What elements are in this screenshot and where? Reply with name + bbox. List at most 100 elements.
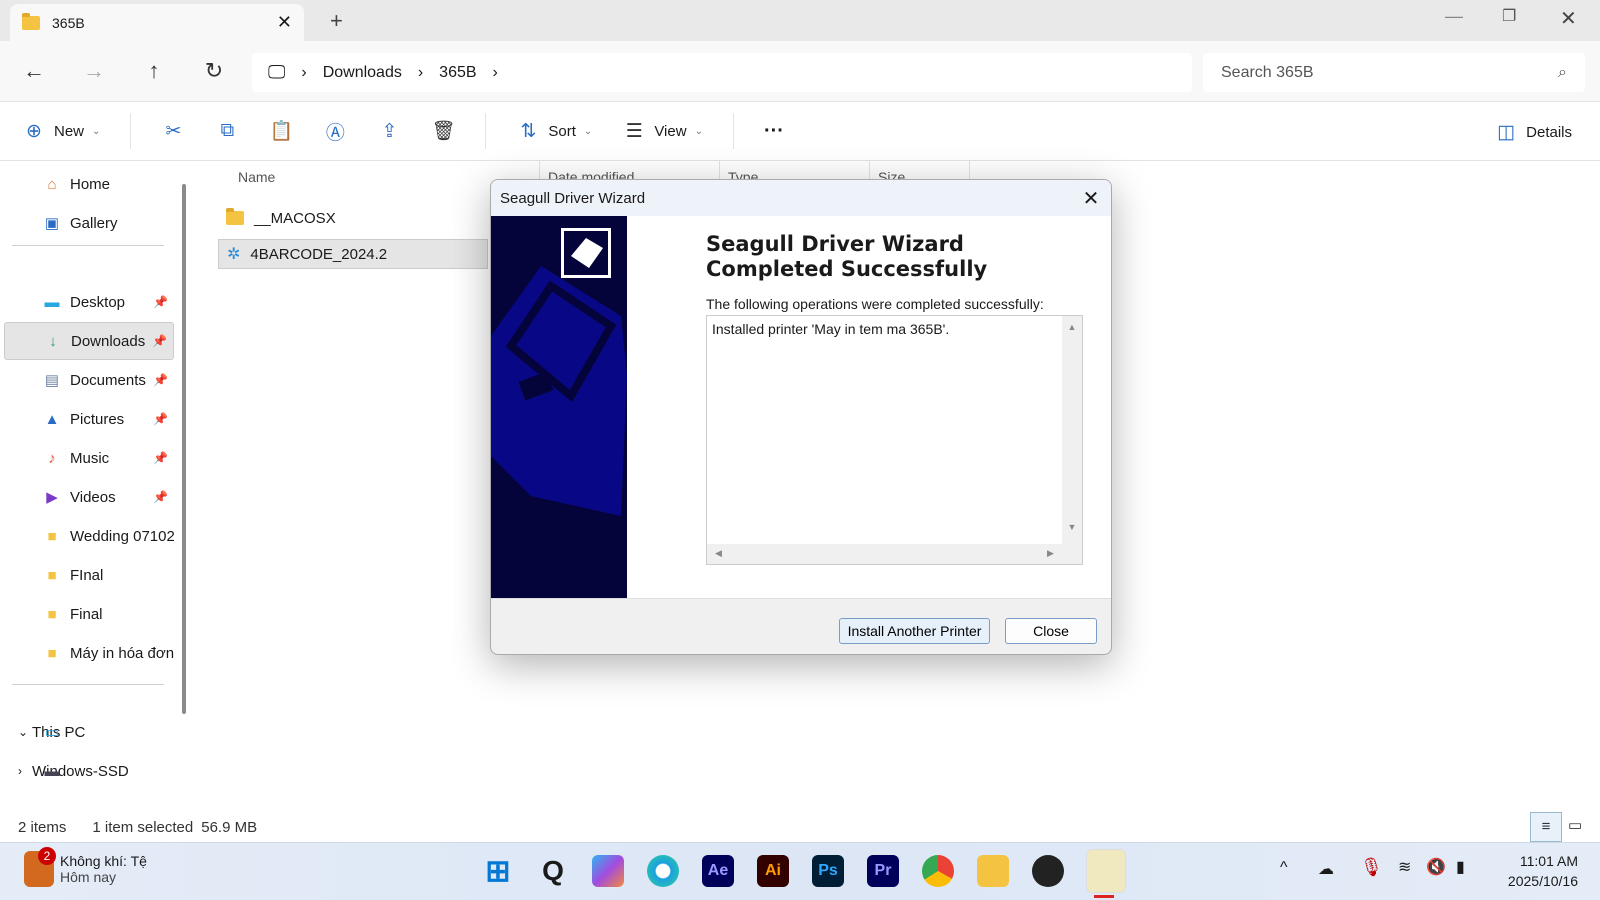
sidebar-item-wedding-07102[interactable]: ■ Wedding 07102 [4, 517, 174, 555]
refresh-icon[interactable]: ↻ [199, 59, 229, 83]
crumb-365b[interactable]: 365B [439, 64, 476, 82]
plus-circle-icon: ⊕ [26, 120, 42, 142]
view-button[interactable]: ☰ View ⌄ [622, 111, 703, 151]
operations-list[interactable]: Installed printer 'May in tem ma 365B'. … [706, 315, 1083, 565]
pin-icon: 📌 [153, 490, 168, 504]
microphone-icon[interactable]: 🎙 [1360, 857, 1383, 878]
copy-button[interactable]: ⧉ [215, 111, 239, 151]
start-button[interactable]: ⊞ [482, 855, 514, 888]
sidebar-item-home[interactable]: ⌂ Home [4, 165, 174, 203]
details-view-toggle[interactable]: ≡ [1530, 812, 1562, 842]
paste-button[interactable]: 📋 [269, 111, 294, 151]
edge-icon[interactable] [647, 855, 679, 887]
close-window-button[interactable]: ✕ [1560, 6, 1577, 31]
chrome-icon[interactable] [922, 855, 954, 887]
search-input[interactable]: Search 365B ⌕ [1203, 53, 1585, 92]
sidebar-item-windows-ssd[interactable]: › ▬ Windows-SSD [4, 752, 174, 790]
navigation-pane: ⌂ Home ▣ Gallery ▬ Desktop 📌 ↓ Downloads 📌 ▤ Docume… [0, 161, 194, 809]
pr-app-icon[interactable]: Pr [867, 855, 899, 887]
this-pc-icon[interactable]: 🖵 [268, 62, 285, 83]
crumb-downloads[interactable]: Downloads [323, 64, 402, 82]
sidebar-item-music[interactable]: ♪ Music 📌 [4, 439, 174, 477]
air-quality-icon: 2 [24, 847, 56, 887]
sidebar-item-final[interactable]: ■ Final [4, 595, 174, 633]
pin-icon: 📌 [152, 334, 167, 348]
rename-button[interactable]: Ⓐ [323, 111, 347, 151]
music-icon: ♪ [48, 449, 56, 467]
speaker-muted-icon[interactable]: 🔇 [1426, 857, 1446, 877]
sidebar-scrollbar[interactable] [182, 184, 186, 714]
folder-icon: ■ [47, 566, 57, 584]
copilot-icon[interactable] [592, 855, 624, 887]
close-button[interactable]: Close [1005, 618, 1097, 644]
paste-icon: 📋 [269, 121, 294, 142]
sidebar-item-videos[interactable]: ▶ Videos 📌 [4, 478, 174, 516]
chevron-right-icon[interactable]: › [493, 64, 498, 82]
ae-app-icon[interactable]: Ae [702, 855, 734, 887]
pc-icon: ▭ [44, 724, 60, 741]
gallery-icon: ▣ [44, 215, 60, 232]
scissors-icon: ✂ [165, 120, 182, 142]
pin-icon: 📌 [153, 412, 168, 426]
more-options-button[interactable]: ··· [764, 111, 784, 151]
folder-icon [226, 208, 244, 225]
ai-app-icon[interactable]: Ai [757, 855, 789, 887]
weather-widget[interactable]: 2 Không khí: Tệ Hôm nay [24, 847, 147, 887]
home-icon: ⌂ [47, 175, 57, 193]
cut-button[interactable]: ✂ [161, 111, 185, 151]
wifi-icon[interactable]: ≋ [1398, 857, 1411, 877]
battery-icon[interactable]: ▮ [1456, 857, 1465, 877]
sidebar-item-pictures[interactable]: ▲ Pictures 📌 [4, 400, 174, 438]
seagull-wizard-taskbar-icon[interactable] [1086, 849, 1126, 893]
share-button[interactable]: ⇪ [377, 111, 401, 151]
sort-button[interactable]: ⇅ Sort ⌄ [516, 111, 592, 151]
tiles-view-toggle[interactable]: ▭ [1568, 812, 1582, 840]
close-tab-icon[interactable]: ✕ [277, 12, 292, 33]
back-icon[interactable]: ← [19, 59, 49, 83]
up-icon[interactable]: ↑ [139, 59, 169, 83]
tab-title: 365B [52, 14, 85, 31]
close-icon[interactable]: ✕ [1071, 186, 1111, 211]
sidebar-item-desktop[interactable]: ▬ Desktop 📌 [4, 283, 174, 321]
horizontal-scrollbar[interactable]: ◀ ▶ [707, 544, 1082, 564]
restore-button[interactable]: ❐ [1502, 6, 1516, 26]
file-row[interactable]: ✲ 4BARCODE_2024.2 [218, 239, 488, 269]
minimize-button[interactable]: — [1445, 6, 1463, 27]
obs-icon[interactable] [1032, 855, 1064, 887]
column-name[interactable]: Name [238, 169, 275, 185]
pin-icon: 📌 [153, 451, 168, 465]
desktop-icon: ▬ [44, 293, 60, 311]
sidebar-item-this-pc[interactable]: ⌄ ▭ This PC [4, 713, 174, 751]
status-bar: 2 items 1 item selected 56.9 MB ≡ ▭ [0, 812, 1600, 842]
tab-365b[interactable]: 365B ✕ [10, 4, 304, 41]
file-row[interactable]: __MACOSX [218, 203, 488, 233]
sidebar-item-downloads[interactable]: ↓ Downloads 📌 [4, 322, 174, 360]
videos-icon: ▶ [46, 489, 58, 506]
chevron-down-icon[interactable]: ⌄ [18, 725, 28, 739]
ps-app-icon[interactable]: Ps [812, 855, 844, 887]
details-button[interactable]: ◫ Details [1494, 112, 1572, 152]
search-icon[interactable]: Q [537, 855, 569, 887]
onedrive-offline-icon[interactable]: ☁ [1318, 859, 1334, 879]
sidebar-item-m-y-in-h-a-n[interactable]: ■ Máy in hóa đơn [4, 634, 174, 672]
chevron-right-icon[interactable]: › [18, 764, 22, 778]
new-button[interactable]: ⊕ New ⌄ [22, 111, 100, 151]
forward-icon[interactable]: → [79, 59, 109, 83]
new-tab-button[interactable]: + [330, 8, 343, 34]
vertical-scrollbar[interactable]: ▲ ▼ [1062, 316, 1082, 544]
sort-icon: ⇅ [520, 120, 537, 142]
folder-icon: ■ [47, 644, 57, 662]
sidebar-item-gallery[interactable]: ▣ Gallery [4, 204, 174, 242]
wizard-banner-image [491, 216, 627, 598]
delete-button[interactable]: 🗑 [431, 111, 455, 151]
sidebar-item-final[interactable]: ■ FInal [4, 556, 174, 594]
pin-icon: 📌 [153, 373, 168, 387]
install-another-printer-button[interactable]: Install Another Printer [839, 618, 990, 644]
breadcrumb[interactable]: 🖵 › Downloads › 365B › [252, 53, 1192, 92]
file-explorer-icon[interactable] [977, 855, 1009, 887]
chevron-up-icon[interactable]: ^ [1280, 859, 1288, 877]
details-pane-icon: ◫ [1497, 121, 1516, 143]
sidebar-item-documents[interactable]: ▤ Documents 📌 [4, 361, 174, 399]
clock[interactable]: 11:01 AM 2025/10/16 [1490, 851, 1578, 891]
trash-icon: 🗑 [431, 121, 456, 142]
